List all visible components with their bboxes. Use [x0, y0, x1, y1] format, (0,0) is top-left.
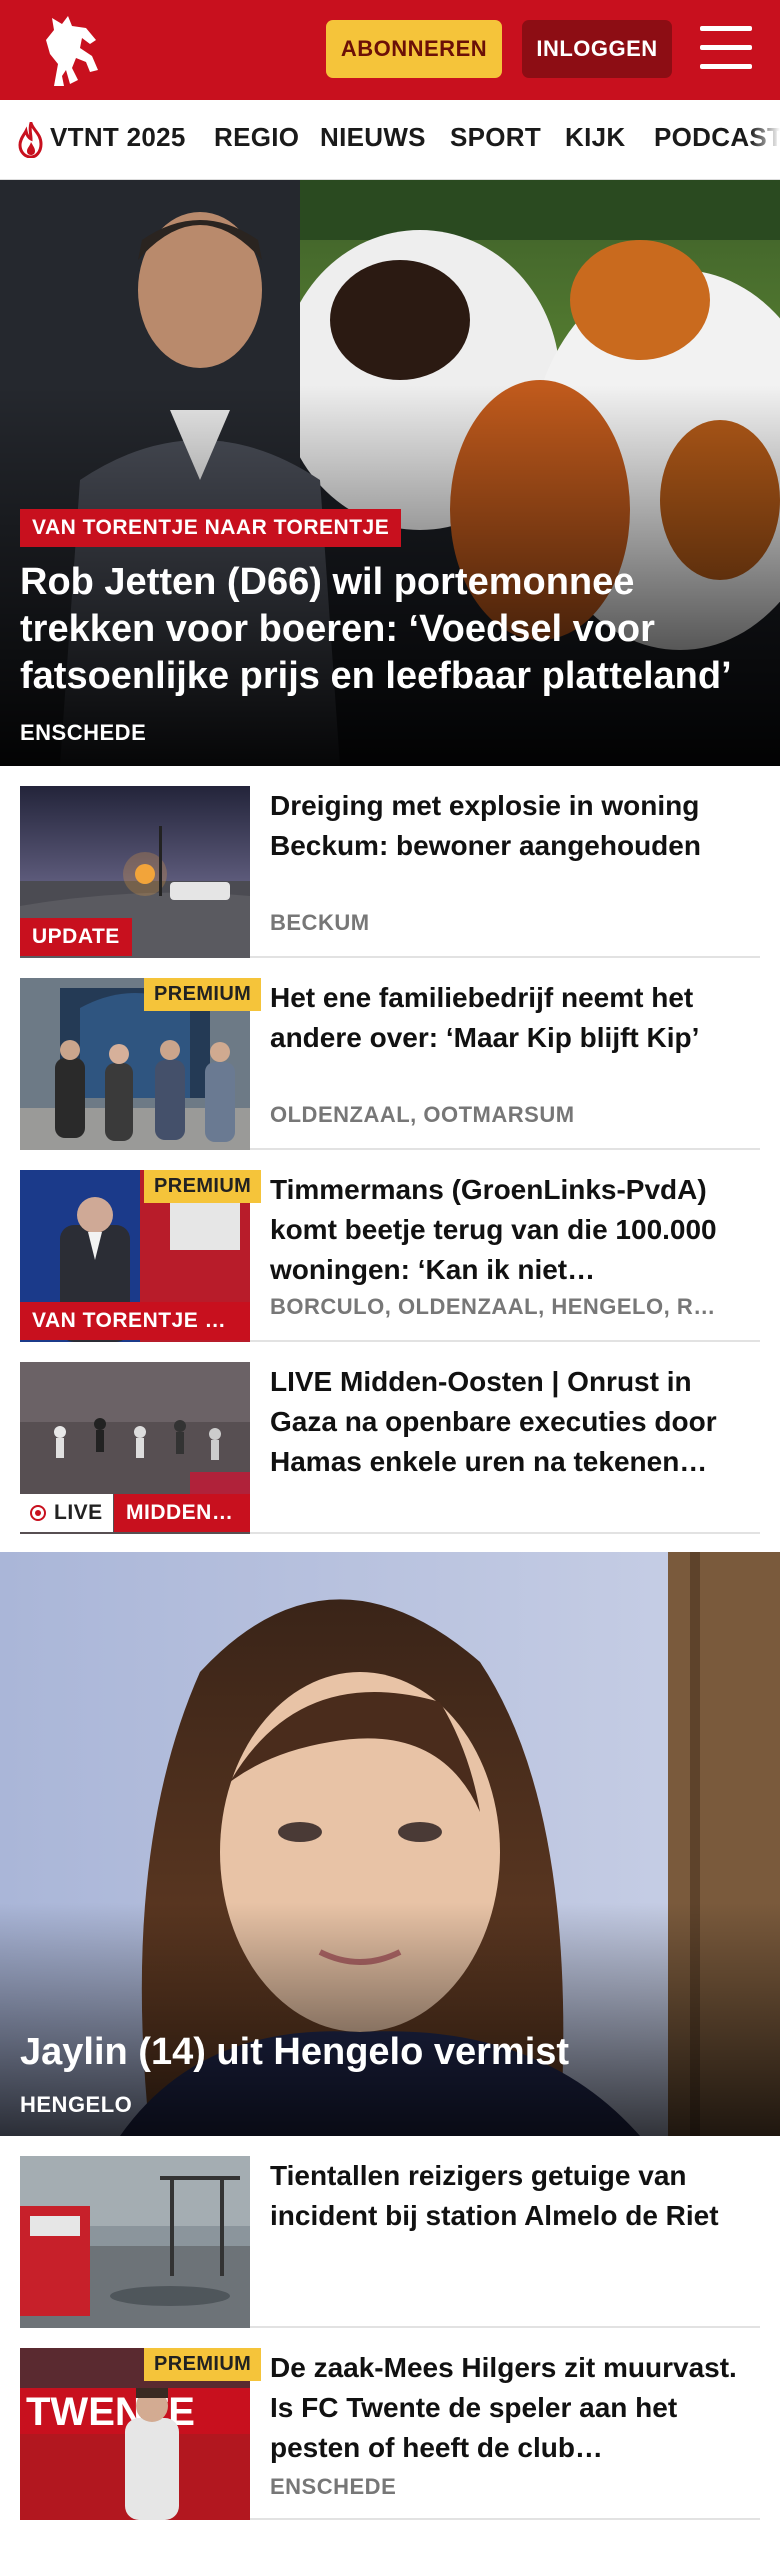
article-title[interactable]: Het ene familiebedrijf neemt het andere … [270, 978, 760, 1058]
horse-logo-icon [46, 16, 98, 86]
list-item[interactable]: LIVE MIDDEN-… LIVE Midden-Oosten | Onrus… [20, 1362, 760, 1534]
list-item[interactable]: PREMIUM Het ene familiebedrijf neemt het… [20, 978, 760, 1150]
list-item[interactable]: UPDATE Dreiging met explosie in woning B… [20, 786, 760, 958]
premium-badge: PREMIUM [144, 1170, 262, 1203]
brand-logo[interactable] [36, 10, 106, 90]
article-title[interactable]: De zaak-Mees Hilgers zit muurvast. Is FC… [270, 2348, 760, 2468]
hamburger-menu-icon[interactable] [700, 24, 752, 72]
hero-title[interactable]: Jaylin (14) uit Hengelo vermist [20, 2029, 760, 2076]
nav-item-nieuws[interactable]: NIEUWS [320, 122, 426, 153]
hero-caption: Jaylin (14) uit Hengelo vermist HENGELO [0, 2029, 780, 2136]
article-title[interactable]: Tientallen reizigers getuige van inciden… [270, 2156, 760, 2236]
hero-article-second[interactable]: Jaylin (14) uit Hengelo vermist HENGELO [0, 1552, 780, 2136]
hero-location: HENGELO [20, 2092, 133, 2117]
article-thumbnail [20, 2156, 250, 2328]
login-button[interactable]: INLOGGEN [522, 20, 672, 78]
nav-item-vtnt[interactable]: VTNT 2025 [50, 122, 186, 153]
premium-badge: PREMIUM [144, 978, 262, 1011]
site-header: ABONNEREN INLOGGEN [0, 0, 780, 100]
article-location: BORCULO, OLDENZAAL, HENGELO, R… [270, 1294, 716, 1319]
article-title[interactable]: Timmermans (GroenLinks-PvdA) komt beetje… [270, 1170, 760, 1290]
article-title[interactable]: Dreiging met explosie in woning Beckum: … [270, 786, 760, 866]
nav-item-regio[interactable]: REGIO [214, 122, 299, 153]
live-label: LIVE [54, 1501, 103, 1524]
nav-item-kijk[interactable]: KIJK [565, 122, 625, 153]
hero-location: ENSCHEDE [20, 720, 147, 745]
premium-badge: PREMIUM [144, 2348, 262, 2381]
subscribe-button[interactable]: ABONNEREN [326, 20, 502, 78]
series-badge: VAN TORENTJE N… [20, 1302, 250, 1340]
flame-icon [18, 122, 43, 158]
list-item[interactable]: TWENTE PREMIUM De zaak-Mees Hilgers zit … [20, 2348, 760, 2520]
hero-article-main[interactable]: VAN TORENTJE NAAR TORENTJE Rob Jetten (D… [0, 180, 780, 766]
nav-item-sport[interactable]: SPORT [450, 122, 541, 153]
hero-caption: VAN TORENTJE NAAR TORENTJE Rob Jetten (D… [0, 509, 780, 766]
live-dot-icon [30, 1505, 46, 1521]
article-location: BECKUM [270, 910, 370, 935]
article-location: OLDENZAAL, OOTMARSUM [270, 1102, 575, 1127]
hero-title[interactable]: Rob Jetten (D66) wil portemonnee trekken… [20, 559, 760, 700]
update-badge: UPDATE [20, 918, 132, 956]
nav-fade [750, 100, 780, 179]
article-location: ENSCHEDE [270, 2474, 397, 2499]
list-item[interactable]: Tientallen reizigers getuige van inciden… [20, 2156, 760, 2328]
hero-tag[interactable]: VAN TORENTJE NAAR TORENTJE [20, 509, 402, 547]
live-badge: LIVE [20, 1494, 113, 1532]
article-title[interactable]: LIVE Midden-Oosten | Onrust in Gaza na o… [270, 1362, 760, 1482]
topic-badge: MIDDEN-… [114, 1494, 250, 1532]
list-item[interactable]: PREMIUM VAN TORENTJE N… Timmermans (Groe… [20, 1170, 760, 1342]
main-nav: VTNT 2025 REGIO NIEUWS SPORT KIJK PODCAS… [0, 100, 780, 180]
